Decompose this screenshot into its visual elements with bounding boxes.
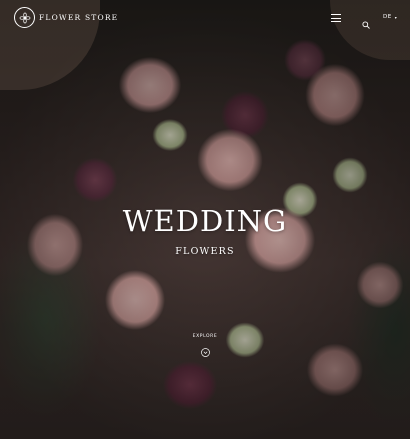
explore-label: EXPLORE xyxy=(192,334,218,339)
search-icon[interactable] xyxy=(362,14,370,29)
chevron-down-circle-icon xyxy=(200,342,210,357)
language-selector[interactable]: DE ▾ xyxy=(383,14,397,20)
hamburger-menu-icon[interactable] xyxy=(331,14,341,22)
chevron-down-icon: ▾ xyxy=(394,14,398,20)
hero-section: FLOWER STORE DE ▾ WEDDING FLOWERS EXPLOR… xyxy=(0,0,410,439)
explore-button[interactable]: EXPLORE xyxy=(190,334,220,357)
hero-subtitle: FLOWERS xyxy=(175,246,235,257)
flower-logo-icon xyxy=(14,7,35,28)
brand-name: FLOWER STORE xyxy=(39,13,119,22)
brand-logo[interactable]: FLOWER STORE xyxy=(14,7,118,28)
site-header: FLOWER STORE DE ▾ xyxy=(0,0,410,36)
hero-title: WEDDING xyxy=(122,204,288,238)
language-code: DE xyxy=(383,14,392,20)
